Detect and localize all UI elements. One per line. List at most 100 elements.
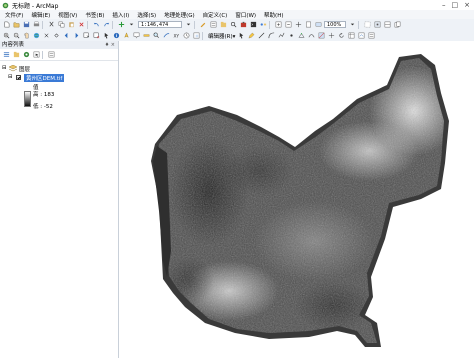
toolbar-separator: [87, 20, 88, 29]
split-tool-icon[interactable]: [327, 32, 335, 40]
paste-icon[interactable]: [67, 21, 75, 29]
clear-selection-icon[interactable]: [92, 32, 100, 40]
map-scale-input[interactable]: 1:146,474: [138, 21, 182, 28]
scale-dropdown-icon[interactable]: [184, 21, 192, 29]
forward-extent-icon[interactable]: [72, 32, 80, 40]
print-icon[interactable]: [32, 21, 40, 29]
list-by-source-icon[interactable]: [12, 51, 20, 59]
fixed-zoom-in-icon[interactable]: [42, 32, 50, 40]
full-extent-icon[interactable]: [32, 32, 40, 40]
sketch-properties-icon[interactable]: [357, 32, 365, 40]
find-icon[interactable]: [152, 32, 160, 40]
redo-icon[interactable]: [102, 21, 110, 29]
delete-icon[interactable]: [77, 21, 85, 29]
collapse-layer-icon[interactable]: ⊟: [8, 74, 13, 80]
list-by-visibility-icon[interactable]: [22, 51, 30, 59]
model-builder-icon[interactable]: [259, 21, 267, 29]
pan-icon[interactable]: [22, 32, 30, 40]
point-icon[interactable]: [287, 32, 295, 40]
measure-icon[interactable]: [142, 32, 150, 40]
python-window-icon[interactable]: [249, 21, 257, 29]
cut-polygons-icon[interactable]: [317, 32, 325, 40]
create-features-icon[interactable]: [367, 32, 375, 40]
save-icon[interactable]: [22, 21, 30, 29]
menu-geoprocessing[interactable]: 地理处理(G): [164, 11, 195, 19]
zoom-dropdown-icon[interactable]: [348, 21, 356, 29]
menu-view[interactable]: 视图(V): [58, 11, 77, 19]
menu-bookmarks[interactable]: 书签(B): [85, 11, 104, 19]
map-display[interactable]: [119, 41, 474, 358]
arcmap-icon: [2, 2, 9, 8]
page-zoom-in-icon[interactable]: [274, 21, 282, 29]
toc-pin-close[interactable]: ♦ ×: [105, 41, 115, 49]
menu-help[interactable]: 帮助(H): [264, 11, 283, 19]
attributes-icon[interactable]: [347, 32, 355, 40]
list-by-drawing-order-icon[interactable]: [2, 51, 10, 59]
new-document-icon[interactable]: [2, 21, 10, 29]
search-window-icon[interactable]: [229, 21, 237, 29]
editor-menu[interactable]: 编辑器(R)▾: [208, 32, 235, 40]
zoom-whole-page-icon[interactable]: [304, 21, 312, 29]
straight-segment-icon[interactable]: [257, 32, 265, 40]
open-folder-icon[interactable]: [12, 21, 20, 29]
toolbar-separator: [358, 20, 359, 29]
edit-tool-icon[interactable]: [237, 32, 245, 40]
copy-icon[interactable]: [57, 21, 65, 29]
trace-icon[interactable]: [277, 32, 285, 40]
zoom-in-icon[interactable]: [2, 32, 10, 40]
layout-zoom-input[interactable]: 100%: [324, 21, 346, 28]
add-data-dropdown-icon[interactable]: [127, 21, 135, 29]
focus-data-frame-icon[interactable]: [373, 21, 381, 29]
catalog-icon[interactable]: [219, 21, 227, 29]
layer-visibility-checkbox[interactable]: [16, 75, 21, 80]
list-by-selection-icon[interactable]: [32, 51, 40, 59]
end-point-arc-icon[interactable]: [267, 32, 275, 40]
edit-annotation-icon[interactable]: [247, 32, 255, 40]
find-route-icon[interactable]: [162, 32, 170, 40]
editor-toolbar-icon[interactable]: [199, 21, 207, 29]
zoom-out-icon[interactable]: [12, 32, 20, 40]
identify-icon[interactable]: [112, 32, 120, 40]
menu-insert[interactable]: 插入(I): [112, 11, 129, 19]
hyperlink-icon[interactable]: [122, 32, 130, 40]
dem-raster[interactable]: [119, 41, 474, 358]
menu-customize[interactable]: 自定义(C): [203, 11, 228, 19]
collapse-layers-icon[interactable]: ⊟: [2, 65, 7, 71]
rotate-tool-icon[interactable]: [337, 32, 345, 40]
time-slider-icon[interactable]: [182, 32, 190, 40]
close-icon[interactable]: ×: [464, 1, 470, 9]
html-popup-icon[interactable]: [132, 32, 140, 40]
menu-edit[interactable]: 编辑(E): [31, 11, 50, 19]
toolbar-separator: [42, 50, 43, 59]
page-pan-icon[interactable]: [294, 21, 302, 29]
data-driven-pages-icon[interactable]: [393, 21, 401, 29]
zoom-100-icon[interactable]: [314, 21, 322, 29]
dem-layer-name[interactable]: 黄州区DEM.tif: [24, 74, 65, 82]
data-frame-label[interactable]: 图层: [19, 65, 30, 73]
toolbar-separator: [202, 31, 203, 40]
page-zoom-out-icon[interactable]: [284, 21, 292, 29]
reshape-feature-icon[interactable]: [307, 32, 315, 40]
minimize-icon[interactable]: –: [442, 1, 446, 9]
cut-icon[interactable]: [47, 21, 55, 29]
select-elements-icon[interactable]: [102, 32, 110, 40]
add-data-icon[interactable]: [117, 21, 125, 29]
table-of-contents-icon[interactable]: [209, 21, 217, 29]
toolbar-separator: [269, 20, 270, 29]
menu-selection[interactable]: 选择(S): [137, 11, 156, 19]
toc-options-icon[interactable]: [47, 51, 55, 59]
arctoolbox-icon[interactable]: [239, 21, 247, 29]
create-viewer-window-icon[interactable]: [192, 32, 200, 40]
undo-icon[interactable]: [92, 21, 100, 29]
menu-file[interactable]: 文件(F): [5, 11, 23, 19]
fixed-zoom-out-icon[interactable]: [52, 32, 60, 40]
toolbar-separator: [112, 20, 113, 29]
edit-vertices-icon[interactable]: [297, 32, 305, 40]
go-to-xy-icon[interactable]: XY: [172, 32, 180, 40]
change-layout-icon[interactable]: [383, 21, 391, 29]
maximize-icon[interactable]: □: [452, 1, 459, 9]
back-extent-icon[interactable]: [62, 32, 70, 40]
toggle-draft-mode-icon[interactable]: [363, 21, 371, 29]
menu-windows[interactable]: 窗口(W): [235, 11, 256, 19]
select-features-icon[interactable]: [82, 32, 90, 40]
